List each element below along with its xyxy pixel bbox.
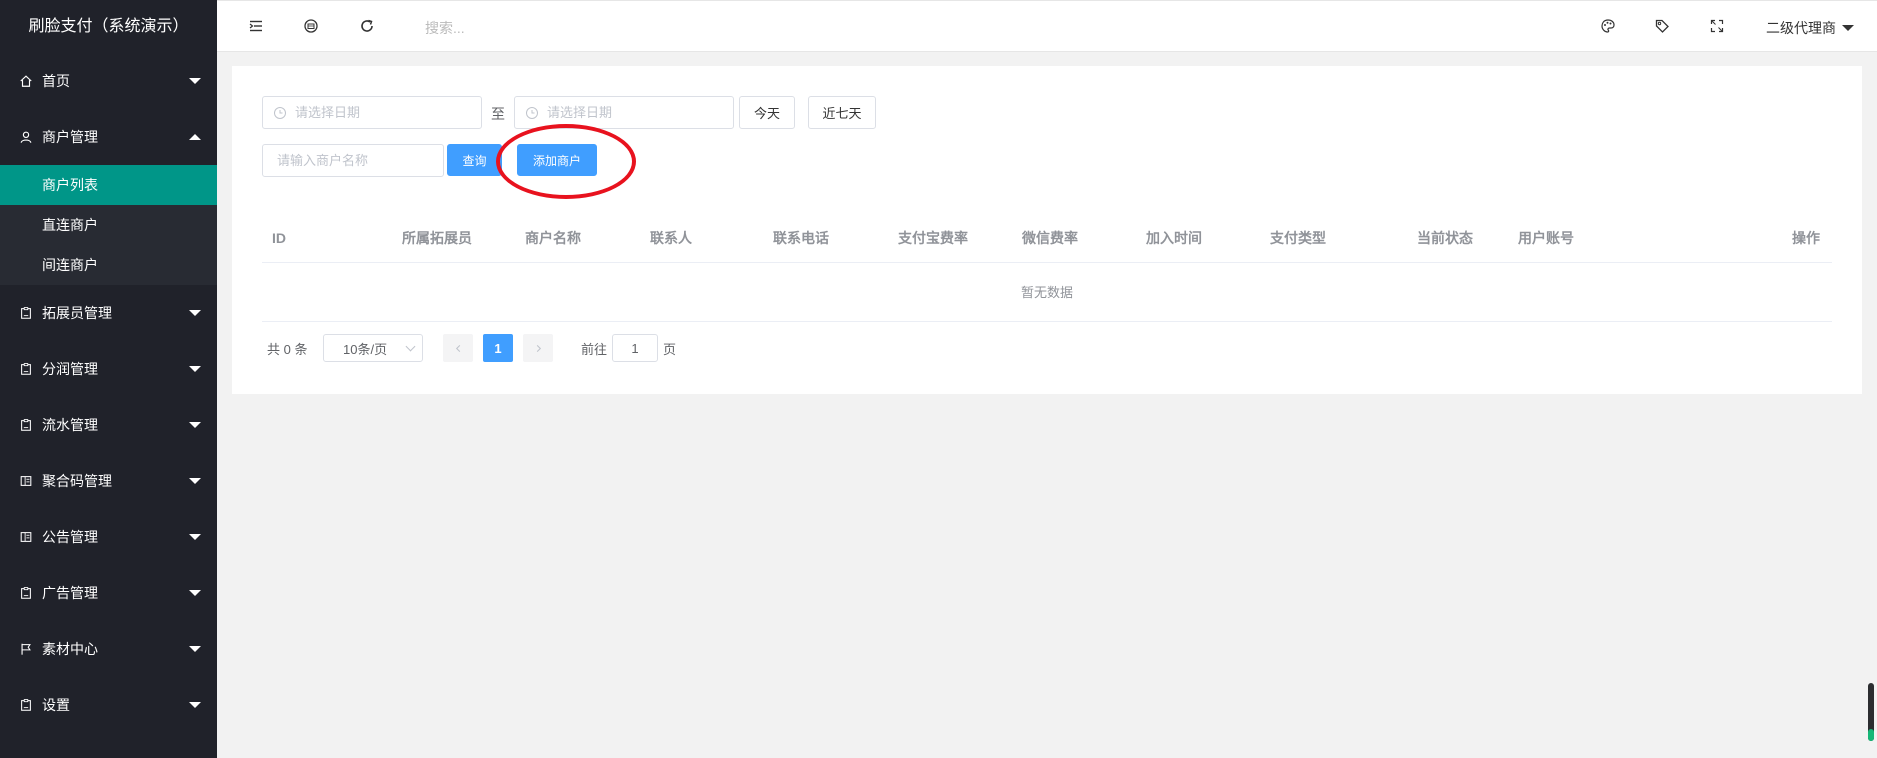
- today-button[interactable]: 今天: [739, 96, 795, 129]
- merchant-name-input[interactable]: [262, 144, 444, 177]
- top-header: 二级代理商: [217, 0, 1877, 52]
- caret-down-icon: [189, 534, 201, 540]
- clock-icon: [526, 106, 538, 119]
- caret-down-icon: [189, 646, 201, 652]
- chevron-right-icon: [536, 344, 541, 352]
- caret-down-icon: [189, 422, 201, 428]
- goto-prefix: 前往: [581, 341, 608, 357]
- menu-toggle-icon[interactable]: [246, 16, 266, 36]
- query-button[interactable]: 查询: [447, 144, 502, 176]
- last-seven-days-button[interactable]: 近七天: [808, 96, 876, 129]
- clipboard-icon: [17, 304, 35, 322]
- prev-page-button[interactable]: [443, 334, 473, 362]
- sidebar-subitem-direct-merchant[interactable]: 直连商户: [0, 205, 217, 245]
- sidebar-item-label: 聚合码管理: [42, 473, 112, 489]
- caret-down-icon: [189, 702, 201, 708]
- home-icon: [17, 72, 35, 90]
- sidebar-item-aggregate-code[interactable]: 聚合码管理: [0, 453, 217, 509]
- caret-down-icon: [189, 78, 201, 84]
- next-page-button[interactable]: [523, 334, 553, 362]
- user-name: 二级代理商: [1766, 20, 1836, 36]
- flag-icon: [17, 640, 35, 658]
- page-scrollbar[interactable]: [1868, 683, 1874, 741]
- sidebar-item-promoter[interactable]: 拓展员管理: [0, 285, 217, 341]
- page-size-select[interactable]: 10条/页: [323, 334, 423, 362]
- fullscreen-icon[interactable]: [1707, 16, 1727, 36]
- sidebar-item-label: 设置: [42, 697, 70, 713]
- page-size-value: 10条/页: [343, 341, 388, 357]
- refresh-icon[interactable]: [357, 16, 377, 36]
- caret-up-icon: [189, 134, 201, 140]
- sidebar: 刷脸支付（系统演示） 首页 商户管理 商户列表 直连商户 间连商户 拓展员管理 …: [0, 0, 217, 758]
- sidebar-item-label: 首页: [42, 73, 70, 89]
- clipboard-icon: [17, 416, 35, 434]
- caret-down-icon: [1842, 25, 1854, 31]
- sidebar-item-merchant[interactable]: 商户管理: [0, 109, 217, 165]
- caret-down-icon: [189, 366, 201, 372]
- column-header: 商户名称: [525, 230, 581, 246]
- sidebar-item-settings[interactable]: 设置: [0, 677, 217, 733]
- app-title: 刷脸支付（系统演示）: [0, 0, 217, 53]
- column-header: 所属拓展员: [402, 230, 472, 246]
- total-count: 共 0 条: [267, 341, 308, 357]
- chevron-left-icon: [455, 344, 460, 352]
- highlight-circle: [496, 124, 636, 199]
- sidebar-item-label: 商户管理: [42, 129, 98, 145]
- template-icon: [17, 528, 35, 546]
- chevron-down-icon: [405, 341, 416, 352]
- tag-icon[interactable]: [1652, 16, 1672, 36]
- sidebar-subitem-merchant-list[interactable]: 商户列表: [0, 165, 217, 205]
- column-header: 操作: [1792, 230, 1820, 246]
- user-icon: [17, 128, 35, 146]
- column-header: 当前状态: [1417, 230, 1473, 246]
- goto-suffix: 页: [663, 341, 677, 357]
- clock-icon: [274, 106, 286, 119]
- sidebar-item-ads[interactable]: 广告管理: [0, 565, 217, 621]
- start-date-picker[interactable]: [262, 96, 482, 129]
- sidebar-item-label: 素材中心: [42, 641, 98, 657]
- table-empty-text: 暂无数据: [262, 263, 1832, 322]
- column-header: 联系人: [650, 230, 692, 246]
- caret-down-icon: [189, 310, 201, 316]
- caret-down-icon: [189, 590, 201, 596]
- column-header: 用户账号: [1518, 230, 1574, 246]
- column-header: 联系电话: [773, 230, 829, 246]
- search-input[interactable]: [425, 18, 625, 38]
- template-icon: [17, 472, 35, 490]
- column-header: 加入时间: [1146, 230, 1202, 246]
- date-range-separator: 至: [491, 106, 505, 122]
- sidebar-item-label: 流水管理: [42, 417, 98, 433]
- sidebar-item-home[interactable]: 首页: [0, 53, 217, 109]
- sidebar-item-label: 广告管理: [42, 585, 98, 601]
- column-header: ID: [272, 230, 286, 246]
- sidebar-item-label: 分润管理: [42, 361, 98, 377]
- website-icon[interactable]: [301, 16, 321, 36]
- sidebar-item-label: 公告管理: [42, 529, 98, 545]
- end-date-picker[interactable]: [514, 96, 734, 129]
- sidebar-subitem-indirect-merchant[interactable]: 间连商户: [0, 245, 217, 285]
- sidebar-item-materials[interactable]: 素材中心: [0, 621, 217, 677]
- theme-palette-icon[interactable]: [1598, 16, 1618, 36]
- user-menu[interactable]: 二级代理商: [1766, 18, 1854, 38]
- caret-down-icon: [189, 478, 201, 484]
- page-button-current[interactable]: 1: [483, 334, 513, 362]
- merchant-list-panel: 至 今天 近七天 查询 添加商户 ID 所属拓展员 商户名称 联系人 联系电话 …: [232, 66, 1862, 394]
- column-header: 微信费率: [1022, 230, 1078, 246]
- table-header: ID 所属拓展员 商户名称 联系人 联系电话 支付宝费率 微信费率 加入时间 支…: [262, 213, 1832, 263]
- end-date-input[interactable]: [547, 105, 707, 120]
- merchant-submenu: 商户列表 直连商户 间连商户: [0, 165, 217, 285]
- sidebar-item-label: 拓展员管理: [42, 305, 112, 321]
- column-header: 支付类型: [1270, 230, 1326, 246]
- clipboard-icon: [17, 696, 35, 714]
- sidebar-item-notice[interactable]: 公告管理: [0, 509, 217, 565]
- sidebar-item-profit[interactable]: 分润管理: [0, 341, 217, 397]
- clipboard-icon: [17, 360, 35, 378]
- start-date-input[interactable]: [295, 105, 455, 120]
- goto-page-input[interactable]: [612, 334, 658, 362]
- column-header: 支付宝费率: [898, 230, 968, 246]
- clipboard-icon: [17, 584, 35, 602]
- sidebar-item-flow[interactable]: 流水管理: [0, 397, 217, 453]
